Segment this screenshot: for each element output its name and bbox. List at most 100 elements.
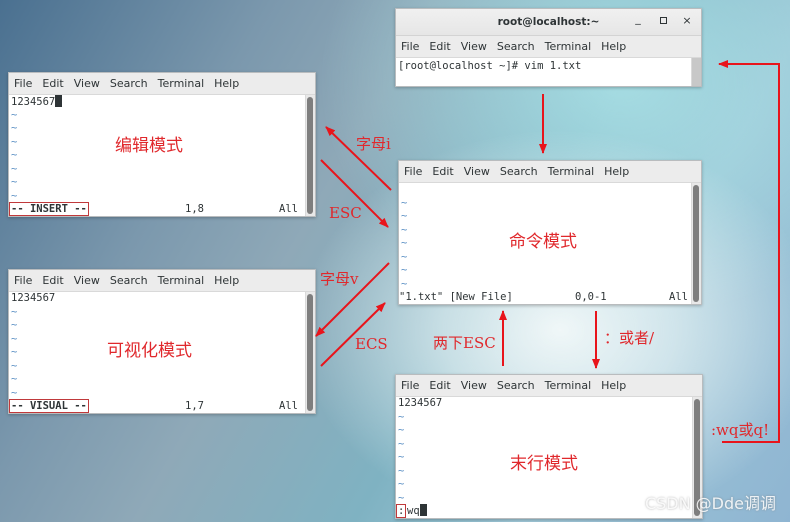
minimize-button[interactable]: _ [631, 12, 645, 26]
empty-line-marker: ~ [11, 162, 18, 175]
command-mode-window: File Edit View Search Terminal Help ~ ~ … [398, 160, 702, 305]
menu-file[interactable]: File [404, 165, 422, 178]
mode-label: 末行模式 [510, 454, 578, 474]
menu-edit[interactable]: Edit [432, 165, 453, 178]
menu-help[interactable]: Help [601, 40, 626, 53]
empty-line-marker: ~ [11, 373, 18, 385]
menu-view[interactable]: View [74, 77, 100, 90]
empty-line-marker: ~ [401, 250, 408, 263]
annotation-from-insert: ESC [329, 204, 362, 222]
menu-file[interactable]: File [401, 379, 419, 392]
close-button[interactable]: × [680, 14, 694, 28]
annotation-to-lastline: ：或者/ [604, 329, 655, 347]
scroll-position: All [279, 203, 298, 215]
empty-line-marker: ~ [401, 196, 408, 209]
menu-help[interactable]: Help [604, 165, 629, 178]
menu-file[interactable]: File [14, 77, 32, 90]
vim-status-line: -- VISUAL -- 1,7 All [9, 399, 303, 413]
scrollbar[interactable] [691, 183, 701, 304]
empty-line-marker: ~ [11, 386, 18, 399]
empty-line-marker: ~ [11, 176, 18, 188]
vim-editor[interactable]: 1234567 ~ ~ ~ ~ ~ ~ ~ -- INSERT -- 1,8 A… [9, 95, 315, 216]
menu-terminal[interactable]: Terminal [545, 379, 592, 392]
menu-file[interactable]: File [401, 40, 419, 53]
menu-terminal[interactable]: Terminal [548, 165, 595, 178]
window-titlebar: root@localhost:~ _ × [396, 9, 701, 36]
menu-bar: File Edit View Search Terminal Help [9, 270, 315, 292]
scroll-position: All [279, 400, 298, 412]
visual-mode-indicator: -- VISUAL -- [9, 399, 89, 413]
mode-label: 命令模式 [509, 232, 577, 252]
menu-help[interactable]: Help [601, 379, 626, 392]
menu-edit[interactable]: Edit [429, 379, 450, 392]
annotation-to-visual: 字母v [320, 270, 359, 288]
menu-edit[interactable]: Edit [429, 40, 450, 53]
annotation-from-visual: ECS [355, 335, 388, 353]
empty-line-marker: ~ [11, 319, 18, 331]
terminal-area[interactable]: [root@localhost ~]# vim 1.txt [396, 58, 701, 86]
scrollbar[interactable] [691, 58, 701, 86]
empty-line-marker: ~ [401, 277, 408, 290]
insert-mode-indicator: -- INSERT -- [9, 202, 89, 216]
menu-bar: File Edit View Search Terminal Help [399, 161, 701, 183]
insert-mode-window: File Edit View Search Terminal Help 1234… [8, 72, 316, 217]
menu-help[interactable]: Help [214, 274, 239, 287]
menu-bar: File Edit View Search Terminal Help [9, 73, 315, 95]
menu-bar: File Edit View Search Terminal Help [396, 375, 702, 397]
scrollbar[interactable] [305, 292, 315, 413]
command-input[interactable]: wq [407, 504, 427, 518]
maximize-icon [659, 17, 667, 24]
menu-file[interactable]: File [14, 274, 32, 287]
maximize-button[interactable] [656, 14, 670, 28]
scrollbar[interactable] [305, 95, 315, 216]
buffer-line: 1234567 [9, 95, 315, 109]
buffer-line [399, 183, 701, 197]
menu-view[interactable]: View [464, 165, 490, 178]
menu-search[interactable]: Search [500, 165, 538, 178]
cursor-position: 1,7 [185, 400, 204, 412]
menu-terminal[interactable]: Terminal [545, 40, 592, 53]
arrow-exit-to-shell [718, 60, 780, 443]
buffer-line: 1234567 [398, 397, 443, 409]
menu-search[interactable]: Search [497, 40, 535, 53]
scrollbar-thumb[interactable] [693, 185, 699, 302]
menu-view[interactable]: View [74, 274, 100, 287]
watermark: CSDN @Dde调调 [644, 494, 776, 513]
mode-label: 可视化模式 [107, 341, 192, 361]
menu-edit[interactable]: Edit [42, 77, 63, 90]
vim-status-line: -- INSERT -- 1,8 All [9, 202, 303, 216]
text-cursor [55, 95, 63, 107]
empty-line-marker: ~ [398, 410, 405, 423]
annotation-from-lastline: 两下ESC [433, 334, 496, 352]
menu-edit[interactable]: Edit [42, 274, 63, 287]
menu-search[interactable]: Search [497, 379, 535, 392]
scrollbar-thumb[interactable] [307, 294, 313, 411]
empty-line-marker: ~ [401, 210, 408, 222]
empty-line-marker: ~ [11, 305, 18, 318]
annotation-to-insert: 字母i [356, 135, 391, 153]
visual-mode-window: File Edit View Search Terminal Help 1234… [8, 269, 316, 414]
buffer-line: 1234567 [11, 292, 56, 304]
text-cursor [419, 504, 427, 516]
vim-status-line: "1.txt" [New File] 0,0-1 All [399, 290, 689, 304]
menu-terminal[interactable]: Terminal [158, 274, 205, 287]
menu-view[interactable]: View [461, 40, 487, 53]
cursor-position: 0,0-1 [575, 291, 607, 303]
annotation-exit: :wq或q! [711, 421, 770, 439]
empty-line-marker: ~ [11, 359, 18, 372]
vim-editor[interactable]: 1234567 ~ ~ ~ ~ ~ ~ ~ -- VISUAL -- 1,7 A… [9, 292, 315, 413]
vim-editor[interactable]: ~ ~ ~ ~ ~ ~ ~ "1.txt" [New File] 0,0-1 A… [399, 183, 701, 304]
empty-line-marker: ~ [401, 264, 408, 276]
menu-view[interactable]: View [461, 379, 487, 392]
empty-line-marker: ~ [398, 424, 405, 436]
menu-help[interactable]: Help [214, 77, 239, 90]
command-prefix: : [396, 504, 407, 518]
shell-terminal-window: root@localhost:~ _ × File Edit View Sear… [395, 8, 702, 87]
scrollbar-thumb[interactable] [307, 97, 313, 214]
shell-prompt-line: [root@localhost ~]# vim 1.txt [398, 60, 582, 72]
cursor-position: 1,8 [185, 203, 204, 215]
scroll-position: All [669, 291, 688, 303]
menu-search[interactable]: Search [110, 274, 148, 287]
menu-search[interactable]: Search [110, 77, 148, 90]
menu-terminal[interactable]: Terminal [158, 77, 205, 90]
